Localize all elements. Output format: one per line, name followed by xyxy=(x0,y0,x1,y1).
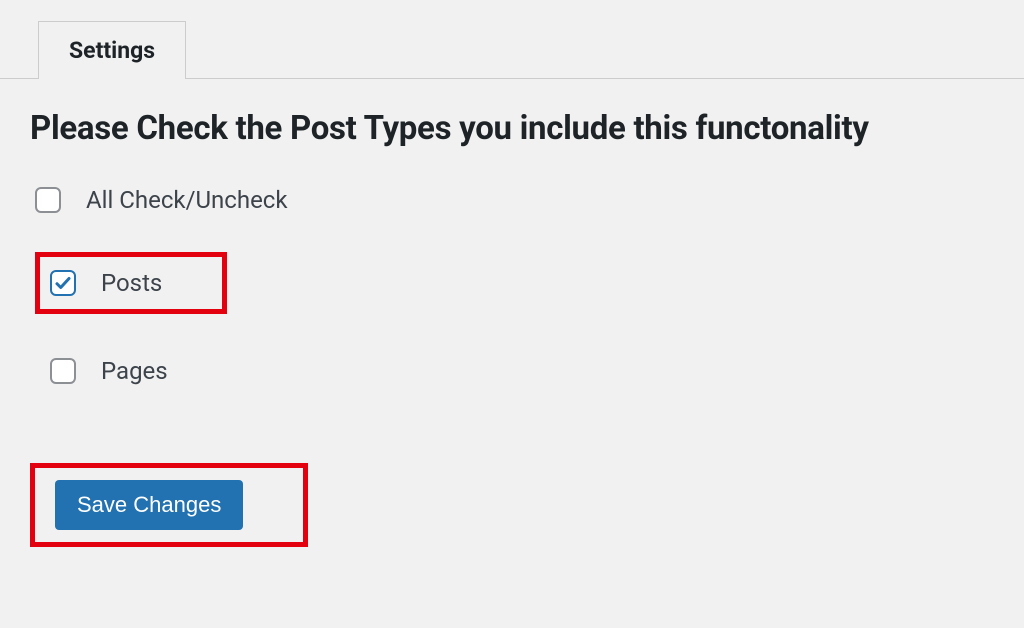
checkbox-label-pages: Pages xyxy=(101,357,168,385)
page-heading: Please Check the Post Types you include … xyxy=(30,109,994,148)
checkbox-row-all: All Check/Uncheck xyxy=(30,178,994,222)
tab-settings[interactable]: Settings xyxy=(38,21,186,79)
save-button[interactable]: Save Changes xyxy=(55,480,243,530)
checkbox-all[interactable] xyxy=(35,187,61,213)
tab-label: Settings xyxy=(69,37,155,64)
tab-bar: Settings xyxy=(0,0,1024,79)
checkbox-label-all: All Check/Uncheck xyxy=(86,186,288,214)
checkbox-posts[interactable] xyxy=(50,270,76,296)
checkbox-pages[interactable] xyxy=(50,358,76,384)
settings-content: Please Check the Post Types you include … xyxy=(0,79,1024,577)
highlight-save-button: Save Changes xyxy=(30,463,308,547)
checkbox-row-pages: Pages xyxy=(50,349,994,393)
checkbox-label-posts: Posts xyxy=(101,269,162,297)
highlight-posts: Posts xyxy=(35,252,227,314)
save-button-label: Save Changes xyxy=(77,492,221,517)
checkmark-icon xyxy=(54,274,72,292)
checkbox-row-posts: Posts xyxy=(50,269,162,297)
